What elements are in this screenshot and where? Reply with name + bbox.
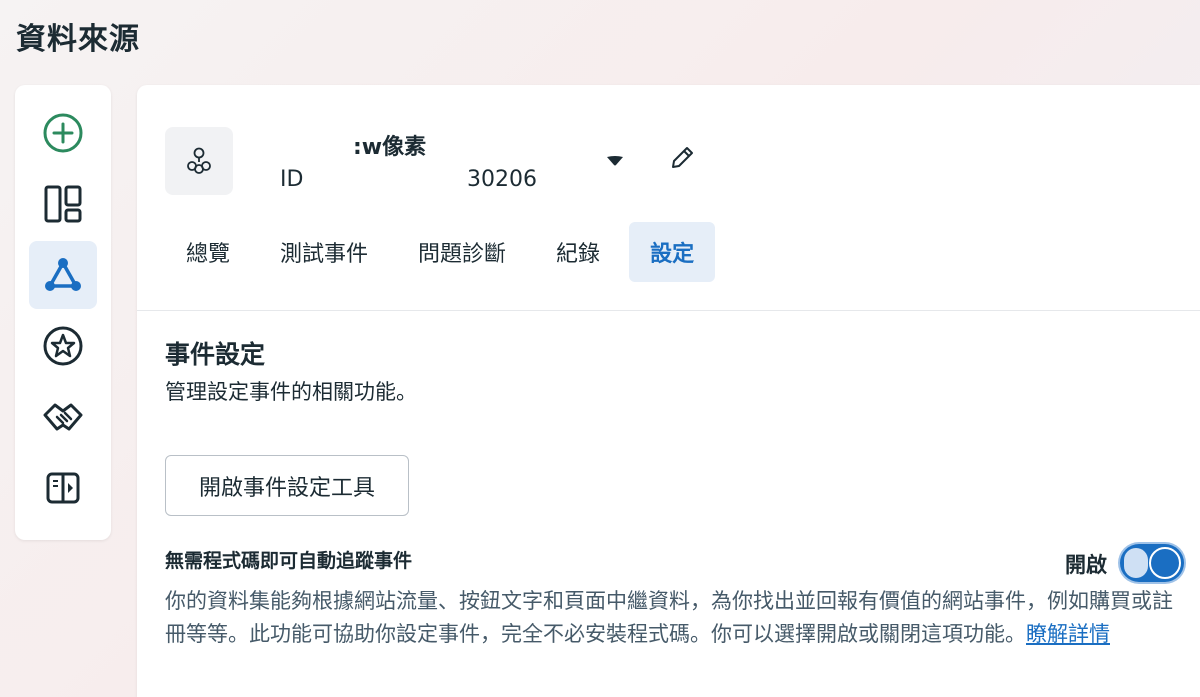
learn-more-link[interactable]: 瞭解詳情	[1026, 622, 1110, 646]
tab-bar: 總覽 測試事件 問題診斷 紀錄 設定	[165, 222, 723, 282]
pencil-icon	[672, 147, 693, 168]
network-triangle-icon	[45, 258, 81, 291]
rail-item-data-sources[interactable]	[29, 241, 97, 309]
pixel-avatar	[165, 127, 233, 195]
tab-diagnostics[interactable]: 問題診斷	[397, 222, 527, 282]
auto-tracking-toggle-label: 開啟	[1065, 553, 1107, 577]
pixel-id-value: 30206	[467, 167, 537, 192]
event-settings-title: 事件設定	[165, 340, 266, 369]
tab-history[interactable]: 紀錄	[535, 222, 621, 282]
auto-tracking-title: 無需程式碼即可自動追蹤事件	[165, 550, 413, 572]
caret-down-icon	[607, 156, 623, 166]
rail-item-toggle-panel[interactable]	[29, 454, 97, 522]
star-circle-icon	[43, 326, 83, 366]
add-circle-icon	[43, 113, 83, 153]
pixel-id-label: ID	[280, 167, 304, 192]
tab-test-events[interactable]: 測試事件	[259, 222, 389, 282]
left-icon-rail	[15, 85, 111, 540]
tab-overview[interactable]: 總覽	[165, 222, 251, 282]
edit-name-button[interactable]	[665, 141, 699, 175]
event-settings-description: 管理設定事件的相關功能。	[165, 380, 417, 404]
pixel-name: :w像素	[353, 135, 427, 160]
rail-item-partners[interactable]	[29, 383, 97, 451]
layout-panels-icon	[44, 185, 82, 223]
handshake-icon	[43, 403, 83, 431]
toggle-knob	[1149, 547, 1181, 579]
open-event-setup-tool-button[interactable]: 開啟事件設定工具	[165, 455, 409, 516]
rail-item-favorites[interactable]	[29, 312, 97, 380]
page-title: 資料來源	[16, 22, 140, 57]
auto-tracking-description: 你的資料集能夠根據網站流量、按鈕文字和頁面中繼資料，為你找出並回報有價值的網站事…	[165, 585, 1175, 650]
dataset-switcher-dropdown[interactable]	[603, 149, 627, 173]
sidebar-toggle-icon	[46, 472, 80, 504]
dataset-detail-card: :w像素 ID 30206 總覽 測試事件 問題診斷 紀錄 設定 事件設定 管理…	[137, 85, 1200, 697]
auto-tracking-toggle[interactable]	[1120, 544, 1184, 582]
rail-item-add[interactable]	[29, 99, 97, 167]
rail-item-overview[interactable]	[29, 170, 97, 238]
tab-settings[interactable]: 設定	[629, 222, 716, 282]
header-divider	[137, 310, 1200, 311]
auto-tracking-description-text: 你的資料集能夠根據網站流量、按鈕文字和頁面中繼資料，為你找出並回報有價值的網站事…	[165, 589, 1173, 646]
pixel-cluster-icon	[187, 147, 211, 174]
